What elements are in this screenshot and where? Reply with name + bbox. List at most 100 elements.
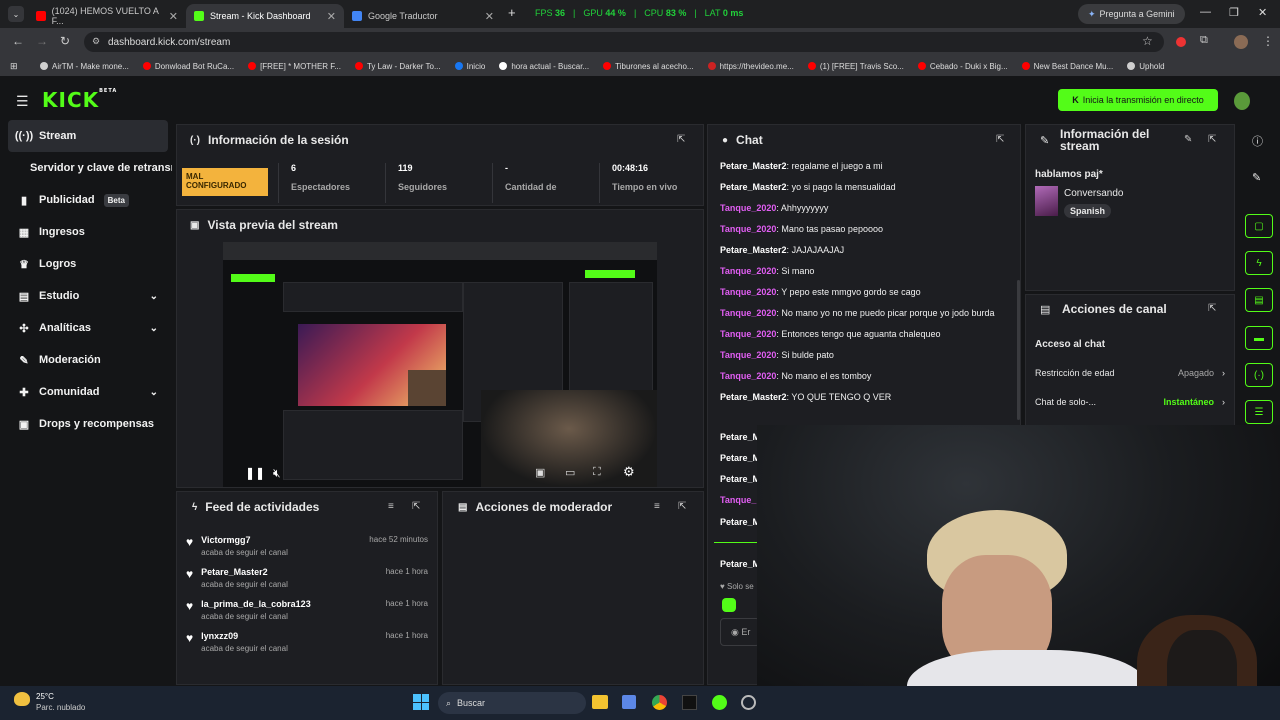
pip-icon[interactable]: ▣ [535,466,545,479]
chat-username[interactable]: Petare_Master2 [720,392,787,402]
sidebar-item-moderation[interactable]: ✎ Moderación [0,344,172,376]
browser-menu-icon[interactable]: ⋮ [1262,34,1274,48]
sidebar-item-revenue[interactable]: ▦ Ingresos [0,216,172,248]
bookmark[interactable]: Tiburones al acecho... [603,62,694,71]
chat-username[interactable]: Petare_M [720,516,760,528]
user-avatar[interactable] [1234,92,1250,110]
edit-icon[interactable]: ✎ [1184,134,1192,145]
theater-icon[interactable]: ▭ [565,466,575,479]
chat-username[interactable]: Petare_M [720,431,760,443]
reload-icon[interactable]: ↻ [60,34,70,48]
chat-username[interactable]: Tanque_2020 [720,203,776,213]
sidebar-item-studio[interactable]: ▤ Estudio ⌄ [0,280,172,312]
fullscreen-icon[interactable]: ⛶ [593,466,601,479]
extensions-puzzle-icon[interactable]: ⧉ [1200,34,1208,47]
settings-gear-icon[interactable]: ⚙ [623,464,635,480]
bookmark[interactable]: AirTM - Make mone... [40,62,129,71]
popout-icon[interactable]: ⇱ [1208,303,1216,314]
bookmark[interactable]: New Best Dance Mu... [1021,62,1113,71]
obs-icon[interactable] [741,695,756,710]
chat-scrollbar[interactable] [1017,280,1020,420]
bookmark[interactable]: Inicio [454,62,485,71]
browser-tab-translate[interactable]: Google Traductor ✕ [344,4,502,28]
chat-username[interactable]: Tanque_ [720,494,756,506]
bookmark[interactable]: (1) [FREE] Travis Sco... [807,62,904,71]
feed-user[interactable]: lynxzz09 [201,631,288,641]
lightning-icon[interactable]: ϟ [1245,251,1273,275]
chat-username[interactable]: Tanque_2020 [720,329,776,339]
stream-preview-video[interactable]: ❚❚ 🔇︎ ▣ ▭ ⛶ ⚙ [223,242,657,487]
sidebar-item-community[interactable]: ✚ Comunidad ⌄ [0,376,172,408]
hamburger-icon[interactable]: ☰ [16,93,29,110]
bookmark[interactable]: Cebado - Duki x Big... [917,62,1008,71]
close-window-icon[interactable]: ✕ [1258,6,1267,19]
bookmark[interactable]: Uphold [1127,62,1165,71]
pause-icon[interactable]: ❚❚ [245,466,265,480]
feed-user[interactable]: la_prima_de_la_cobra123 [201,599,311,609]
filter-icon[interactable]: ≡ [654,501,660,512]
sidebar-item-server-key[interactable]: Servidor y clave de retransm [0,152,172,184]
popout-icon[interactable]: ⇱ [412,501,420,512]
popout-icon[interactable]: ⇱ [677,134,685,145]
info-icon[interactable]: ⓘ [1252,133,1263,149]
chat-mode-row[interactable]: Chat de solo-... Instantáneo › [1035,395,1225,409]
chat-username[interactable]: Tanque_2020 [720,371,776,381]
forward-icon[interactable]: → [36,34,48,48]
sidebar-item-achievements[interactable]: ♛ Logros [0,248,172,280]
bookmark[interactable]: Donwload Bot RuCa... [142,62,234,71]
chat-username[interactable]: Tanque_2020 [720,308,776,318]
popout-icon[interactable]: ⇱ [996,134,1004,145]
mute-icon[interactable]: 🔇︎ [273,466,281,481]
chat-username[interactable]: Petare_M [720,452,760,464]
chat-username[interactable]: Tanque_2020 [720,350,776,360]
close-icon[interactable]: ✕ [327,10,336,23]
restore-icon[interactable]: ❐ [1229,6,1239,19]
emote-icon[interactable] [722,598,736,612]
go-live-button[interactable]: K Inicia la transmisión en directo [1058,89,1218,111]
sidebar-item-stream[interactable]: ((·)) Stream [8,120,168,152]
popout-icon[interactable]: ⇱ [678,501,686,512]
broadcast-icon[interactable]: (·) [1245,363,1273,387]
chat-bubble-icon[interactable]: ▬ [1245,326,1273,350]
file-explorer-icon[interactable] [592,695,608,709]
chat-username[interactable]: Petare_Master2 [720,245,787,255]
browser-tab-kick[interactable]: Stream - Kick Dashboard ✕ [186,4,344,28]
browser-tab-youtube[interactable]: (1024) HEMOS VUELTO A F... ✕ [28,4,186,28]
edit-icon[interactable]: ✎ [1252,171,1261,184]
extension-icon[interactable] [1176,37,1186,47]
chat-username[interactable]: Petare_M [720,558,760,570]
url-field[interactable]: ⚙ dashboard.kick.com/stream [84,32,1164,52]
bookmark[interactable]: hora actual - Buscar... [499,62,589,71]
sidebar-item-ads[interactable]: ▮ Publicidad Beta [0,184,172,216]
site-info-icon[interactable]: ⚙ [92,36,100,47]
windows-start-icon[interactable] [413,694,429,710]
bookmark[interactable]: https://thevideo.me... [707,62,794,71]
popout-icon[interactable]: ⇱ [1208,134,1216,145]
gemini-button[interactable]: ✦ Pregunta a Gemini [1078,4,1185,24]
chat-username[interactable]: Tanque_2020 [720,224,776,234]
new-tab-button[interactable]: + [508,5,516,20]
app-icon[interactable] [682,695,697,710]
chevron-down-icon[interactable]: ⌄ [150,387,158,398]
bookmark-star-icon[interactable]: ☆ [1142,34,1153,48]
sidebar-item-analytics[interactable]: ✣ Analíticas ⌄ [0,312,172,344]
minimize-icon[interactable]: — [1200,6,1211,18]
chrome-icon[interactable] [652,695,667,710]
kick-app-icon[interactable] [712,695,727,710]
clipboard-icon[interactable]: ▤ [1245,288,1273,312]
stack-icon[interactable]: ☰ [1245,400,1273,424]
sidebar-item-drops[interactable]: ▣ Drops y recompensas [0,408,172,440]
profile-avatar[interactable] [1234,35,1248,49]
chat-username[interactable]: Tanque_2020 [720,266,776,276]
bookmark[interactable]: [FREE] * MOTHER F... [248,62,341,71]
filter-icon[interactable]: ≡ [388,501,394,512]
taskbar-search[interactable]: ⌕ Buscar [438,692,586,714]
apps-grid-icon[interactable]: ⊞ [10,61,18,72]
back-icon[interactable]: ← [12,34,24,48]
feed-user[interactable]: Petare_Master2 [201,567,288,577]
tab-search-icon[interactable]: ⌄ [8,6,24,22]
chevron-down-icon[interactable]: ⌄ [150,291,158,302]
store-icon[interactable] [622,695,636,709]
close-icon[interactable]: ✕ [485,10,494,23]
stream-category[interactable]: Conversando [1064,188,1123,199]
